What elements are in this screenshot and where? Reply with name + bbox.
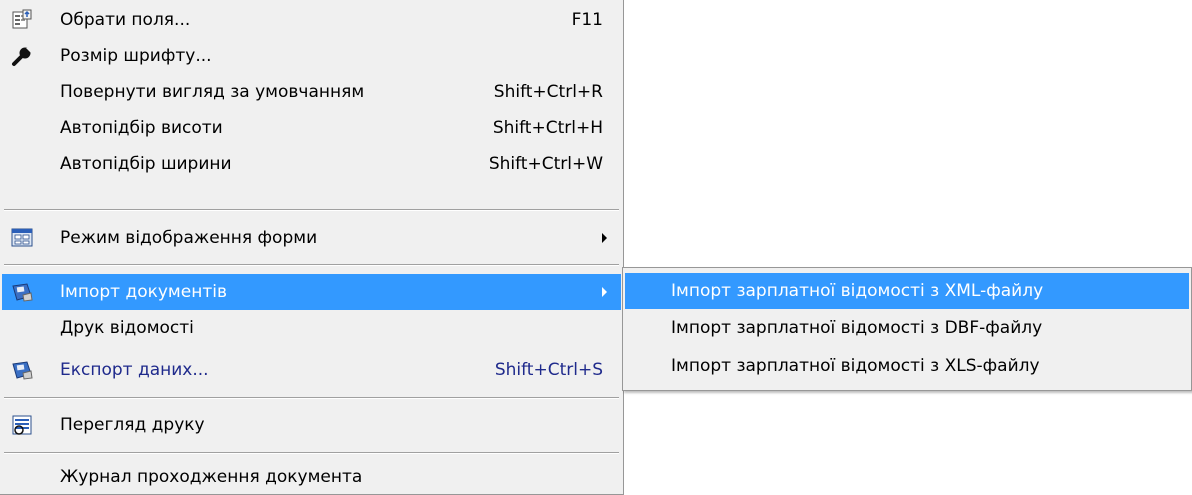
wrench-icon [10,44,34,68]
menu-item-document-log[interactable]: Журнал проходження документа [2,459,621,495]
menu-item-label: Режим відображення форми [60,228,318,248]
menu-item-label: Автопідбір висоти [60,118,223,138]
menu-item-label: Журнал проходження документа [60,467,363,487]
menu-item-form-view-mode[interactable]: Режим відображення форми [2,220,621,256]
menu-item-autofit-height[interactable]: Автопідбір висоти Shift+Ctrl+H [2,110,621,146]
import-submenu: Імпорт зарплатної відомості з XML-файлу … [622,267,1192,391]
menu-item-select-fields[interactable]: Обрати поля... F11 [2,2,621,38]
menu-item-label: Автопідбір ширини [60,154,232,174]
menu-item-shortcut: F11 [571,10,603,30]
menu-item-label: Перегляд друку [60,415,205,435]
submenu-arrow-icon [602,233,607,243]
submenu-item-import-dbf[interactable]: Імпорт зарплатної відомості з DBF-файлу [625,310,1189,346]
submenu-item-label: Імпорт зарплатної відомості з XML-файлу [671,281,1044,301]
submenu-item-import-xml[interactable]: Імпорт зарплатної відомості з XML-файлу [625,273,1189,309]
menu-separator [4,209,619,211]
menu-separator [4,264,619,266]
menu-item-reset-view[interactable]: Повернути вигляд за умовчанням Shift+Ctr… [2,74,621,110]
menu-item-print-statement[interactable]: Друк відомості [2,310,621,346]
submenu-item-import-xls[interactable]: Імпорт зарплатної відомості з XLS-файлу [625,348,1189,384]
menu-item-label: Експорт даних... [60,360,209,380]
menu-item-label: Друк відомості [60,318,194,338]
submenu-arrow-icon [602,287,607,297]
menu-item-label: Імпорт документів [60,282,227,302]
menu-item-label: Обрати поля... [60,10,191,30]
disk-import-icon [10,280,34,304]
menu-item-shortcut: Shift+Ctrl+W [488,154,603,174]
menu-item-font-size[interactable]: Розмір шрифту... [2,38,621,74]
menu-separator [4,397,619,399]
disk-export-icon [10,358,34,382]
form-view-icon [10,226,34,250]
menu-separator [4,452,619,454]
menu-item-shortcut: Shift+Ctrl+R [493,82,603,102]
menu-item-import-documents[interactable]: Імпорт документів [2,274,621,310]
menu-item-shortcut: Shift+Ctrl+H [492,118,603,138]
menu-item-label: Розмір шрифту... [60,46,212,66]
submenu-item-label: Імпорт зарплатної відомості з DBF-файлу [671,318,1043,338]
context-menu: Обрати поля... F11 Розмір шрифту... Пове… [0,0,624,495]
select-fields-icon [10,8,34,32]
menu-item-shortcut: Shift+Ctrl+S [494,360,603,380]
print-preview-icon [10,413,34,437]
submenu-item-label: Імпорт зарплатної відомості з XLS-файлу [671,356,1040,376]
menu-item-print-preview[interactable]: Перегляд друку [2,407,621,443]
menu-item-label: Повернути вигляд за умовчанням [60,82,365,102]
menu-item-autofit-width[interactable]: Автопідбір ширини Shift+Ctrl+W [2,146,621,182]
menu-item-export-data[interactable]: Експорт даних... Shift+Ctrl+S [2,352,621,388]
